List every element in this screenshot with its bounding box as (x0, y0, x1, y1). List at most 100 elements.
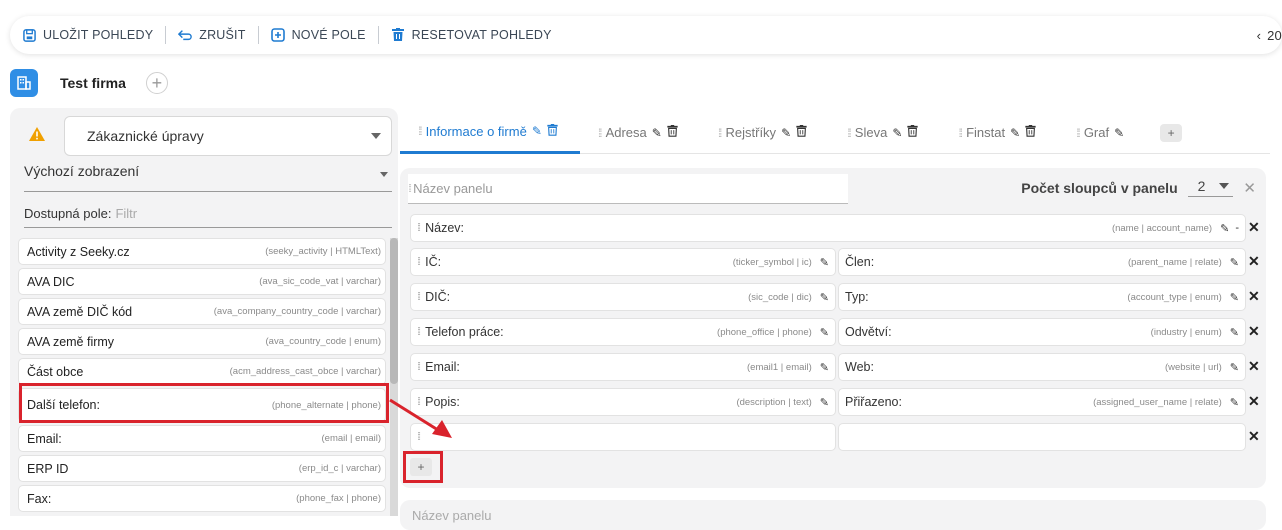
field-label: Typ: (845, 290, 869, 304)
trash-icon[interactable] (1025, 125, 1036, 140)
list-item[interactable]: ERP ID (erp_id_c | varchar) (18, 455, 386, 482)
caret-down-icon (371, 133, 381, 139)
filter-input[interactable] (115, 206, 316, 221)
tab-informace-o-firme[interactable]: ⁞⁞ Informace o firmě ✎ (400, 112, 580, 154)
add-panel-tab-button[interactable]: + (1160, 123, 1183, 142)
scrollbar-thumb[interactable] (390, 238, 398, 384)
tab-rejstriky[interactable]: ⁞⁞ Rejstříky ✎ (700, 112, 829, 154)
tab-adresa[interactable]: ⁞⁞ Adresa ✎ (580, 112, 700, 154)
pencil-icon[interactable]: ✎ (1220, 222, 1229, 235)
new-field-button[interactable]: NOVÉ POLE (259, 25, 378, 45)
remove-row-icon[interactable]: ✕ (1248, 288, 1260, 305)
layout-field-cell[interactable]: ⁞⁞ Telefon práce: (phone_office | phone) ✎ (410, 318, 836, 346)
field-label: Část obce (27, 364, 84, 379)
pencil-icon[interactable]: ✎ (820, 326, 829, 339)
drag-handle-icon[interactable]: ⁞⁞ (847, 126, 851, 140)
pencil-icon[interactable]: ✎ (820, 396, 829, 409)
tab-sleva[interactable]: ⁞⁞ Sleva ✎ (829, 112, 940, 154)
layout-field-cell[interactable]: Člen: (parent_name | relate) ✎ (838, 248, 1246, 276)
layout-field-cell[interactable]: ⁞⁞ Popis: (description | text) ✎ (410, 388, 836, 416)
pencil-icon[interactable]: ✎ (892, 126, 902, 140)
layout-field-cell[interactable]: Web: (website | url) ✎ (838, 353, 1246, 381)
reset-views-button[interactable]: RESETOVAT POHLEDY (379, 25, 564, 45)
pencil-icon[interactable]: ✎ (1230, 291, 1239, 304)
customization-select[interactable]: Zákaznické úpravy (64, 116, 392, 156)
list-item[interactable]: Email: (email | email) (18, 425, 386, 452)
add-box-icon (270, 28, 285, 42)
field-meta: (email1 | email) (747, 361, 812, 373)
drag-handle-icon[interactable]: ⁞⁞ (598, 126, 602, 140)
empty-drop-cell[interactable]: ⁞⁞ (410, 423, 836, 451)
list-item[interactable]: AVA země firmy (ava_country_code | enum) (18, 328, 386, 355)
list-item[interactable]: Activity z Seeky.cz (seeky_activity | HTM… (18, 238, 386, 265)
highlight-box (403, 451, 443, 483)
drag-handle-icon[interactable]: ⁞⁞ (417, 222, 421, 234)
drag-handle-icon[interactable]: ⁞⁞ (417, 361, 421, 373)
pencil-icon[interactable]: ✎ (532, 124, 542, 138)
save-views-label: ULOŽIT POHLEDY (43, 28, 154, 42)
list-item[interactable]: AVA země DIČ kód (ava_company_country_cod… (18, 298, 386, 325)
remove-row-icon[interactable]: ✕ (1248, 358, 1260, 375)
list-item[interactable]: Fax: (phone_fax | phone) (18, 485, 386, 512)
layout-field-cell[interactable]: Přiřazeno: (assigned_user_name | relate) ✎ (838, 388, 1246, 416)
remove-row-icon[interactable]: ✕ (1248, 323, 1260, 340)
layout-field-cell[interactable]: ⁞⁞ DIČ: (sic_code | dic) ✎ (410, 283, 836, 311)
drag-handle-icon[interactable]: ⁞⁞ (1076, 126, 1080, 140)
list-item[interactable]: AVA DIC (ava_sic_code_vat | varchar) (18, 268, 386, 295)
trash-icon[interactable] (667, 125, 678, 140)
trash-icon[interactable] (547, 123, 558, 139)
field-label: AVA DIC (27, 274, 75, 289)
field-meta: (account_type | enum) (1127, 291, 1222, 303)
trash-icon[interactable] (907, 125, 919, 140)
pencil-icon[interactable]: ✎ (1230, 326, 1239, 339)
drag-handle-icon[interactable]: ⁞⁞ (417, 256, 421, 268)
drag-handle-icon[interactable]: ⁞⁞ (408, 183, 412, 195)
drag-handle-icon[interactable]: ⁞⁞ (958, 126, 962, 140)
layout-field-cell[interactable]: Typ: (account_type | enum) ✎ (838, 283, 1246, 311)
save-views-button[interactable]: ULOŽIT POHLEDY (10, 25, 165, 45)
pencil-icon[interactable]: ✎ (652, 126, 662, 140)
layout-field-cell[interactable]: ⁞⁞ Název: (name | account_name) ✎ - (410, 214, 1246, 242)
pencil-icon[interactable]: ✎ (1230, 396, 1239, 409)
layout-field-cell[interactable]: Odvětví: (industry | enum) ✎ (838, 318, 1246, 346)
field-meta: (ava_company_country_code | varchar) (213, 306, 381, 317)
drag-handle-icon[interactable]: ⁞⁞ (417, 326, 421, 338)
remove-row-icon[interactable]: ✕ (1248, 219, 1260, 236)
pencil-icon[interactable]: ✎ (820, 256, 829, 269)
cancel-button[interactable]: ZRUŠIT (166, 25, 257, 45)
pencil-icon[interactable]: ✎ (820, 361, 829, 374)
page-number: 20 (1267, 27, 1282, 43)
drag-handle-icon[interactable]: ⁞⁞ (718, 126, 722, 140)
remove-row-icon[interactable]: ✕ (1248, 393, 1260, 410)
pencil-icon[interactable]: ✎ (820, 291, 829, 304)
pencil-icon[interactable]: ✎ (781, 126, 791, 140)
field-meta: (parent_name | relate) (1127, 256, 1222, 268)
empty-drop-cell[interactable] (838, 423, 1246, 451)
drag-handle-icon[interactable]: ⁞⁞ (417, 291, 421, 303)
caret-down-icon (1219, 183, 1230, 189)
list-item[interactable]: Část obce (acm_address_cast_obce | varcha… (18, 358, 386, 385)
tab-label: Adresa (605, 125, 647, 140)
tab-finstat[interactable]: ⁞⁞ Finstat ✎ (940, 112, 1058, 154)
chevron-left-icon[interactable]: ‹ (1257, 28, 1262, 43)
tab-graf[interactable]: ⁞⁞ Graf ✎ (1058, 112, 1146, 154)
layout-field-cell[interactable]: ⁞⁞ Email: (email1 | email) ✎ (410, 353, 836, 381)
pencil-icon[interactable]: ✎ (1010, 126, 1020, 140)
minus-icon[interactable]: - (1235, 222, 1239, 234)
columns-select[interactable]: 2 (1187, 178, 1234, 197)
remove-row-icon[interactable]: ✕ (1248, 428, 1260, 445)
view-select[interactable]: Výchozí zobrazení (24, 160, 392, 192)
panel-name-field[interactable]: ⁞⁞ Název panelu (408, 174, 848, 204)
add-tab-button[interactable]: + (145, 72, 168, 94)
drag-handle-icon[interactable]: ⁞⁞ (418, 124, 422, 138)
pencil-icon[interactable]: ✎ (1230, 256, 1239, 269)
pencil-icon[interactable]: ✎ (1114, 126, 1124, 140)
close-icon[interactable]: ✕ (1243, 179, 1256, 197)
trash-icon[interactable] (796, 125, 807, 140)
pencil-icon[interactable]: ✎ (1230, 361, 1239, 374)
layout-field-cell[interactable]: ⁞⁞ IČ: (ticker_symbol | ic) ✎ (410, 248, 836, 276)
remove-row-icon[interactable]: ✕ (1248, 253, 1260, 270)
warning-icon (28, 126, 46, 147)
field-label: Telefon práce: (425, 325, 504, 339)
customization-select-value: Zákaznické úpravy (87, 128, 204, 144)
